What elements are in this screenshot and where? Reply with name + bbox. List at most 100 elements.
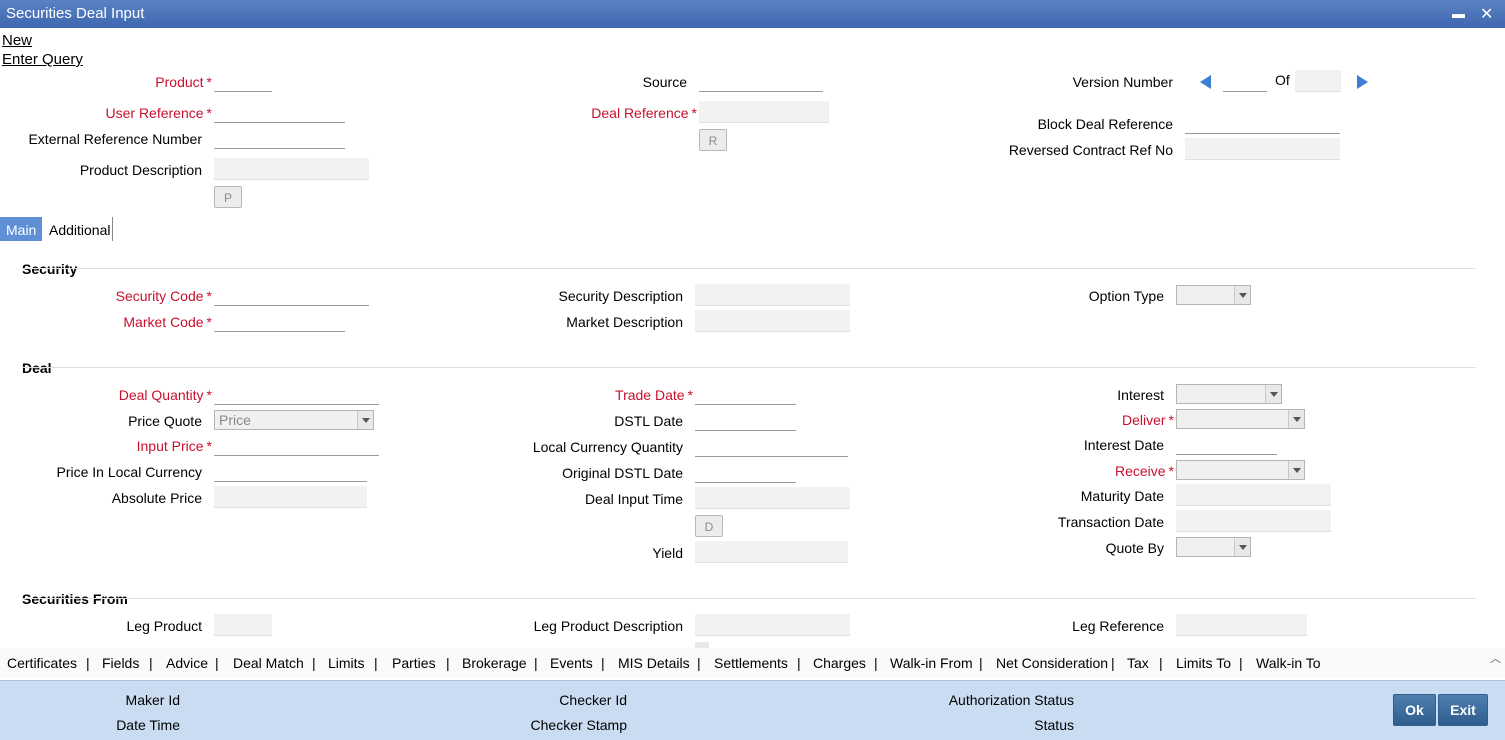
chevron-down-icon	[1234, 538, 1250, 556]
subsystem-separator: |	[874, 655, 878, 671]
price-quote-select[interactable]: Price	[214, 410, 374, 430]
market-description-field	[695, 310, 850, 332]
r-button[interactable]: R	[699, 129, 727, 151]
user-reference-input[interactable]	[214, 101, 345, 123]
dstl-date-input[interactable]	[695, 409, 796, 431]
yield-field	[695, 541, 848, 563]
subsystem-charges[interactable]: Charges	[813, 655, 866, 671]
ok-button[interactable]: Ok	[1393, 694, 1436, 726]
market-code-label: Market Code *	[123, 314, 212, 330]
chevron-down-icon	[1288, 461, 1304, 479]
subsystem-settlements[interactable]: Settlements	[714, 655, 788, 671]
deal-reference-field	[699, 101, 829, 123]
deal-quantity-input[interactable]	[214, 383, 379, 405]
enter-query-link[interactable]: Enter Query	[2, 51, 83, 68]
new-link[interactable]: New	[2, 32, 32, 49]
deal-section-divider	[22, 367, 1476, 368]
subsystem-deal-match[interactable]: Deal Match	[233, 655, 304, 671]
tab-main[interactable]: Main	[0, 217, 43, 241]
interest-date-input[interactable]	[1176, 433, 1277, 455]
next-version-icon[interactable]	[1357, 75, 1368, 89]
interest-select[interactable]	[1176, 384, 1282, 404]
quote-by-select[interactable]	[1176, 537, 1251, 557]
subsystem-separator: |	[697, 655, 701, 671]
option-type-select[interactable]	[1176, 285, 1251, 305]
price-in-local-currency-input[interactable]	[214, 460, 367, 482]
subsystem-separator: |	[797, 655, 801, 671]
tab-additional[interactable]: Additional	[43, 217, 117, 241]
price-in-local-currency-label: Price In Local Currency	[56, 464, 202, 480]
leg-product-field	[214, 614, 272, 636]
subsystem-limits-to[interactable]: Limits To	[1176, 655, 1231, 671]
required-star: *	[206, 387, 212, 403]
deliver-label: Deliver *	[1122, 412, 1174, 428]
source-input[interactable]	[699, 70, 823, 92]
receive-label: Receive *	[1115, 463, 1174, 479]
subsystem-events[interactable]: Events	[550, 655, 593, 671]
subsystem-tax[interactable]: Tax	[1127, 655, 1149, 671]
required-star: *	[691, 105, 697, 121]
subsystem-net-consideration[interactable]: Net Consideration	[996, 655, 1108, 671]
close-icon[interactable]: ✕	[1480, 4, 1493, 24]
original-dstl-date-input[interactable]	[695, 461, 796, 483]
option-type-label: Option Type	[1088, 288, 1164, 304]
subsystem-walk-in-to[interactable]: Walk-in To	[1256, 655, 1321, 671]
input-price-label-text: Input Price	[136, 438, 204, 454]
receive-select[interactable]	[1176, 460, 1305, 480]
previous-version-icon[interactable]	[1200, 75, 1211, 89]
deal-reference-label-text: Deal Reference	[591, 105, 689, 121]
p-button[interactable]: P	[214, 186, 242, 208]
version-number-input[interactable]	[1223, 70, 1267, 92]
maturity-date-label: Maturity Date	[1080, 488, 1164, 504]
transaction-date-label: Transaction Date	[1057, 514, 1164, 530]
minimize-icon[interactable]: ▬	[1452, 6, 1465, 21]
subsystem-walk-in-from[interactable]: Walk-in From	[890, 655, 973, 671]
subsystem-separator: |	[601, 655, 605, 671]
price-quote-value: Price	[219, 412, 251, 428]
market-code-label-text: Market Code	[123, 314, 204, 330]
leg-reference-label: Leg Reference	[1072, 618, 1164, 634]
input-price-input[interactable]	[214, 434, 379, 456]
product-label: Product *	[155, 74, 212, 90]
subsystem-separator: |	[534, 655, 538, 671]
deliver-select[interactable]	[1176, 409, 1305, 429]
scroll-up-icon[interactable]: ︿	[1490, 650, 1501, 666]
deal-input-time-field	[695, 487, 850, 509]
securities-from-section-divider	[22, 598, 1476, 599]
subsystem-mis-details[interactable]: MIS Details	[618, 655, 690, 671]
deal-quantity-label-text: Deal Quantity	[118, 387, 204, 403]
subsystem-fields[interactable]: Fields	[102, 655, 139, 671]
subsystem-limits[interactable]: Limits	[328, 655, 365, 671]
deal-section-title: Deal	[22, 360, 52, 376]
yield-label: Yield	[652, 545, 683, 561]
market-description-label: Market Description	[566, 314, 683, 330]
subsystem-separator: |	[312, 655, 316, 671]
source-label: Source	[642, 74, 687, 90]
absolute-price-field	[214, 486, 367, 508]
checker-id-label: Checker Id	[559, 692, 627, 708]
deliver-label-text: Deliver	[1121, 412, 1166, 428]
reversed-contract-ref-no-label: Reversed Contract Ref No	[1008, 142, 1173, 158]
subsystem-brokerage[interactable]: Brokerage	[462, 655, 527, 671]
market-code-input[interactable]	[214, 310, 345, 332]
maker-id-label: Maker Id	[125, 692, 180, 708]
external-reference-number-input[interactable]	[214, 127, 345, 149]
subsystem-certificates[interactable]: Certificates	[7, 655, 77, 671]
subsystem-parties[interactable]: Parties	[392, 655, 436, 671]
leg-reference-field	[1176, 614, 1307, 636]
trade-date-input[interactable]	[695, 383, 796, 405]
product-input[interactable]	[214, 70, 272, 92]
securities-from-section-title: Securities From	[22, 591, 128, 607]
user-reference-label-text: User Reference	[105, 105, 204, 121]
required-star: *	[206, 438, 212, 454]
required-star: *	[1168, 412, 1174, 428]
subsystem-separator: |	[374, 655, 378, 671]
subsystem-advice[interactable]: Advice	[166, 655, 208, 671]
date-time-label: Date Time	[116, 717, 180, 733]
d-button[interactable]: D	[695, 515, 723, 537]
local-currency-quantity-input[interactable]	[695, 435, 848, 457]
security-code-input[interactable]	[214, 284, 369, 306]
required-star: *	[687, 387, 693, 403]
block-deal-reference-input[interactable]	[1185, 112, 1340, 134]
exit-button[interactable]: Exit	[1438, 694, 1488, 726]
